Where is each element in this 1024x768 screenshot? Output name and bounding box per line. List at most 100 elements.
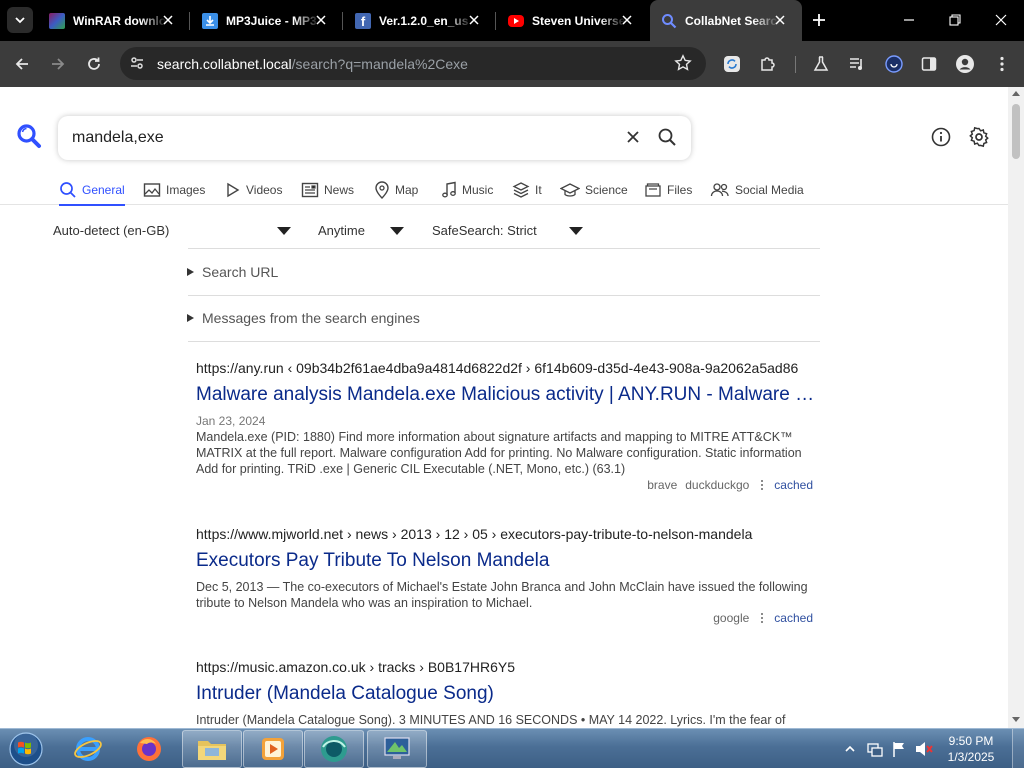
tab-strip: WinRAR download MP3Juice - MP3 f Ver.1.2… xyxy=(0,0,1024,41)
tab-images[interactable]: Images xyxy=(143,178,205,202)
result-title-link[interactable]: Executors Pay Tribute To Nelson Mandela xyxy=(196,550,816,572)
search-url-label: Search URL xyxy=(202,264,279,280)
result-title-link[interactable]: Intruder (Mandela Catalogue Song) xyxy=(196,683,816,705)
page-scrollbar[interactable] xyxy=(1008,87,1024,728)
tab-social-media[interactable]: Social Media xyxy=(710,178,804,202)
cached-link[interactable]: cached xyxy=(774,611,813,625)
internet-explorer-taskbar-button[interactable] xyxy=(58,730,118,768)
about-button[interactable] xyxy=(931,127,951,152)
profile-button[interactable] xyxy=(951,50,979,78)
tab-videos[interactable]: Videos xyxy=(225,178,282,202)
browser-taskbar-button[interactable] xyxy=(304,730,364,768)
result-url[interactable]: https://any.run ‹ 09b34b2f61ae4dba9a4814… xyxy=(196,360,816,378)
tab-steven-universe[interactable]: Steven Universe xyxy=(497,0,649,41)
forward-button[interactable] xyxy=(44,50,72,78)
bookmark-star-icon[interactable] xyxy=(674,54,692,77)
close-icon[interactable] xyxy=(160,12,176,28)
preferences-button[interactable] xyxy=(968,126,990,153)
cached-link[interactable]: cached xyxy=(774,478,813,492)
new-tab-button[interactable] xyxy=(808,9,830,31)
search-icon xyxy=(658,128,676,146)
close-icon[interactable] xyxy=(313,12,329,28)
facebook-icon: f xyxy=(355,12,371,29)
search-url-toggle[interactable]: Search URL xyxy=(187,264,278,280)
result-engines: brave duckduckgo cached xyxy=(639,478,813,492)
search-submit-button[interactable] xyxy=(657,127,677,152)
result-item: https://any.run ‹ 09b34b2f61ae4dba9a4814… xyxy=(196,360,816,494)
engine-messages-toggle[interactable]: Messages from the search engines xyxy=(187,310,420,326)
labs-button[interactable] xyxy=(807,50,835,78)
tab-separator xyxy=(189,12,190,30)
show-desktop-button[interactable] xyxy=(1012,729,1024,768)
tab-music[interactable]: Music xyxy=(441,178,493,202)
vpn-extension-button[interactable] xyxy=(880,50,908,78)
taskbar-clock[interactable]: 9:50 PM 1/3/2025 xyxy=(934,733,1008,765)
category-label: Files xyxy=(667,183,693,197)
kebab-dots-icon xyxy=(761,613,764,623)
graduation-cap-icon xyxy=(560,183,580,197)
language-dropdown-arrow-icon[interactable] xyxy=(277,227,291,235)
time-range-select[interactable]: Anytime xyxy=(318,223,365,238)
tab-it[interactable]: It xyxy=(512,178,542,202)
safesearch-select[interactable]: SafeSearch: Strict xyxy=(432,223,537,238)
remote-desktop-taskbar-button[interactable] xyxy=(367,730,427,768)
result-url[interactable]: https://music.amazon.co.uk › tracks › B0… xyxy=(196,659,816,677)
file-explorer-taskbar-button[interactable] xyxy=(182,730,242,768)
tab-collabnet-search[interactable]: CollabNet Search xyxy=(650,0,802,41)
minimize-button[interactable] xyxy=(886,0,932,40)
winrar-icon xyxy=(49,12,65,29)
close-icon[interactable] xyxy=(619,12,635,28)
tab-science[interactable]: Science xyxy=(560,178,628,202)
layers-icon xyxy=(512,182,530,198)
tab-ver120[interactable]: f Ver.1.2.0_en_us xyxy=(344,0,496,41)
clear-search-button[interactable] xyxy=(624,128,642,151)
extension-button[interactable] xyxy=(718,50,746,78)
restore-button[interactable] xyxy=(932,0,978,40)
scroll-up-arrow-icon[interactable] xyxy=(1012,91,1020,96)
files-icon xyxy=(645,183,661,197)
arrow-left-icon xyxy=(15,58,28,70)
reload-button[interactable] xyxy=(80,50,108,78)
search-input[interactable] xyxy=(72,126,592,150)
media-controls-button[interactable] xyxy=(843,50,871,78)
site-settings-icon[interactable] xyxy=(129,55,145,76)
result-url[interactable]: https://www.mjworld.net › news › 2013 › … xyxy=(196,526,816,544)
tab-general[interactable]: General xyxy=(59,178,125,206)
chevron-down-icon xyxy=(15,17,25,24)
scroll-down-arrow-icon[interactable] xyxy=(1012,717,1020,722)
firefox-taskbar-button[interactable] xyxy=(119,730,179,768)
back-button[interactable] xyxy=(8,50,36,78)
address-bar[interactable]: search.collabnet.local/search?q=mandela%… xyxy=(120,47,706,80)
scroll-thumb[interactable] xyxy=(1012,104,1020,159)
extensions-button[interactable] xyxy=(754,50,782,78)
side-panel-button[interactable] xyxy=(915,50,943,78)
action-center-flag-icon[interactable] xyxy=(890,740,908,758)
url-host: search.collabnet.local xyxy=(157,56,292,72)
people-icon xyxy=(710,183,729,197)
chrome-menu-button[interactable] xyxy=(988,50,1016,78)
result-title-link[interactable]: Malware analysis Mandela.exe Malicious a… xyxy=(196,384,816,406)
tab-winrar[interactable]: WinRAR download xyxy=(38,0,190,41)
tab-map[interactable]: Map xyxy=(374,178,418,202)
side-panel-icon xyxy=(921,57,937,71)
close-icon[interactable] xyxy=(772,12,788,28)
result-snippet: Dec 5, 2013 — The co-executors of Michae… xyxy=(196,580,808,610)
close-window-button[interactable] xyxy=(978,0,1024,40)
result-item: https://music.amazon.co.uk › tracks › B0… xyxy=(196,659,816,728)
safesearch-dropdown-arrow-icon[interactable] xyxy=(569,227,583,235)
show-hidden-icons-icon[interactable] xyxy=(844,744,856,754)
close-icon[interactable] xyxy=(466,12,482,28)
volume-muted-icon[interactable] xyxy=(914,740,934,758)
time-dropdown-arrow-icon[interactable] xyxy=(390,227,404,235)
search-logo-icon[interactable] xyxy=(16,123,42,149)
tab-news[interactable]: News xyxy=(301,178,354,202)
network-icon[interactable] xyxy=(866,740,884,758)
tab-files[interactable]: Files xyxy=(644,178,692,202)
engine-label: duckduckgo xyxy=(685,478,750,492)
media-player-taskbar-button[interactable] xyxy=(243,730,303,768)
tab-mp3juice[interactable]: MP3Juice - MP3 xyxy=(191,0,343,41)
language-select[interactable]: Auto-detect (en-GB) xyxy=(53,223,169,238)
url-text: search.collabnet.local/search?q=mandela%… xyxy=(157,56,468,72)
start-button[interactable] xyxy=(4,730,48,768)
tab-search-button[interactable] xyxy=(7,7,33,33)
